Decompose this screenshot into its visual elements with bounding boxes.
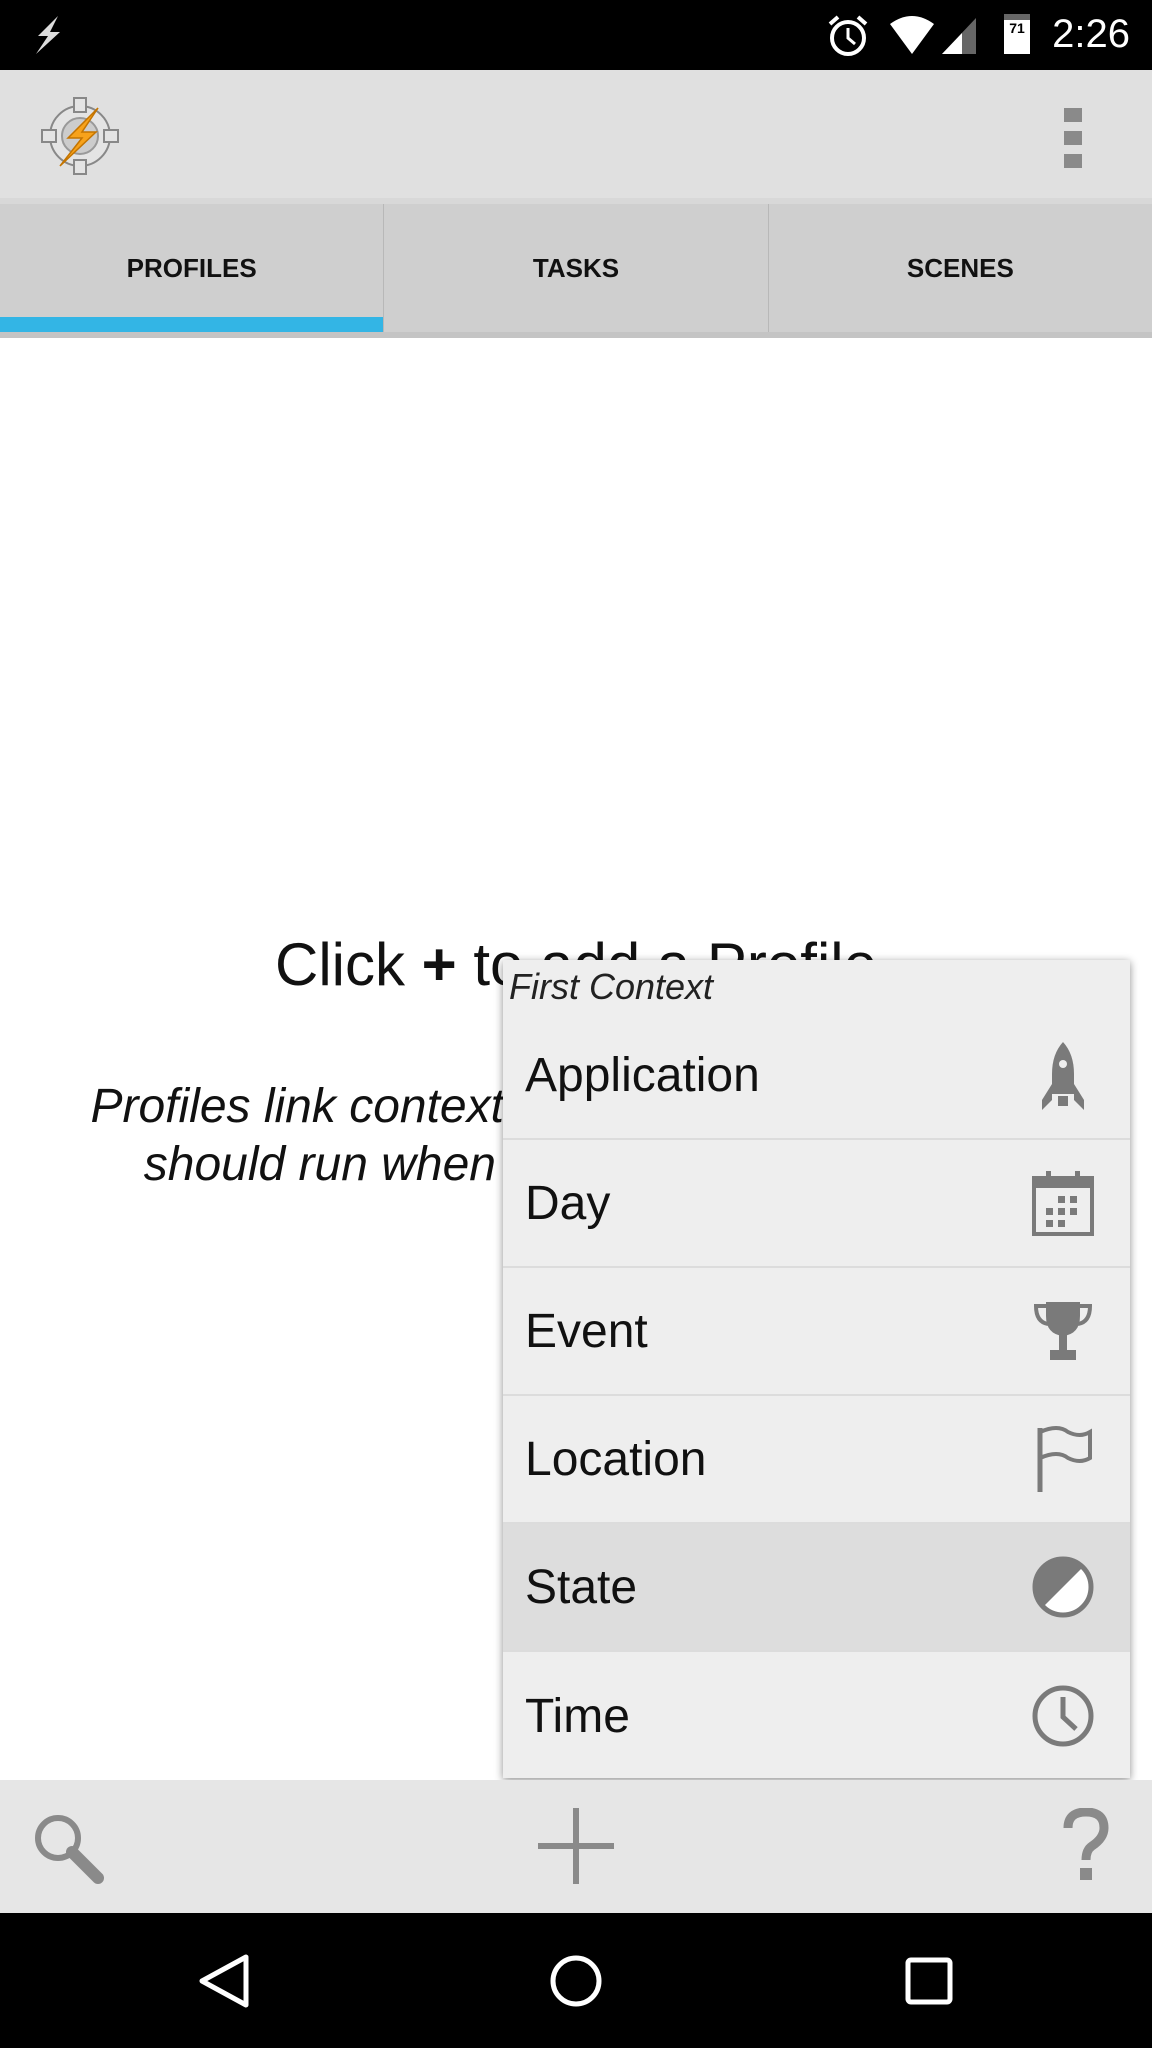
recents-icon[interactable] bbox=[905, 1957, 953, 2005]
battery-icon: 71 bbox=[1004, 14, 1030, 54]
clock-icon bbox=[1032, 1685, 1094, 1747]
tab-label: SCENES bbox=[906, 252, 1014, 283]
plus-symbol: + bbox=[421, 931, 457, 998]
overflow-menu-icon[interactable] bbox=[1064, 108, 1082, 168]
menu-item-label: Day bbox=[525, 1176, 611, 1230]
rocket-icon bbox=[1042, 1042, 1084, 1110]
menu-item-label: Time bbox=[525, 1689, 630, 1743]
tab-label: TASKS bbox=[532, 252, 620, 283]
menu-item-label: Location bbox=[525, 1432, 707, 1486]
menu-item-day[interactable]: Day bbox=[503, 1140, 1130, 1268]
tab-scenes[interactable]: SCENES bbox=[769, 204, 1152, 332]
menu-item-label: Event bbox=[525, 1304, 648, 1358]
battery-level: 71 bbox=[1009, 20, 1025, 36]
menu-item-time[interactable]: Time bbox=[503, 1652, 1130, 1780]
help-icon[interactable] bbox=[1062, 1808, 1110, 1884]
menu-item-label: Application bbox=[525, 1048, 760, 1102]
search-icon[interactable] bbox=[30, 1810, 106, 1886]
half-circle-icon bbox=[1032, 1556, 1094, 1618]
menu-item-location[interactable]: Location bbox=[503, 1396, 1130, 1524]
flag-icon bbox=[1037, 1426, 1092, 1492]
tab-label: PROFILES bbox=[126, 252, 257, 283]
menu-item-event[interactable]: Event bbox=[503, 1268, 1130, 1396]
tasker-logo[interactable] bbox=[38, 94, 122, 178]
alarm-icon bbox=[828, 15, 868, 56]
action-bar bbox=[0, 70, 1152, 198]
clock-time: 2:26 bbox=[1052, 12, 1130, 56]
signal-icon bbox=[942, 18, 976, 54]
trophy-icon bbox=[1033, 1302, 1093, 1360]
home-icon[interactable] bbox=[549, 1954, 603, 2008]
flash-icon bbox=[36, 16, 60, 54]
tab-bar: PROFILES TASKS SCENES bbox=[0, 198, 1152, 338]
popup-title: First Context bbox=[509, 966, 714, 1007]
wifi-icon bbox=[890, 16, 934, 54]
menu-item-application[interactable]: Application bbox=[503, 1012, 1130, 1140]
bottom-toolbar bbox=[0, 1780, 1152, 1913]
first-context-popup: First Context Application Day Event Loca… bbox=[503, 960, 1130, 1778]
add-icon[interactable] bbox=[536, 1806, 616, 1886]
menu-item-label: State bbox=[525, 1560, 638, 1614]
tab-profiles[interactable]: PROFILES bbox=[0, 204, 385, 332]
tab-tasks[interactable]: TASKS bbox=[384, 204, 769, 332]
calendar-icon bbox=[1032, 1171, 1094, 1236]
navigation-bar bbox=[0, 1913, 1152, 2048]
hint-text: Click bbox=[275, 931, 422, 998]
back-icon[interactable] bbox=[196, 1953, 252, 2009]
menu-item-state[interactable]: State bbox=[503, 1524, 1130, 1652]
status-bar: 71 2:26 bbox=[0, 0, 1152, 70]
